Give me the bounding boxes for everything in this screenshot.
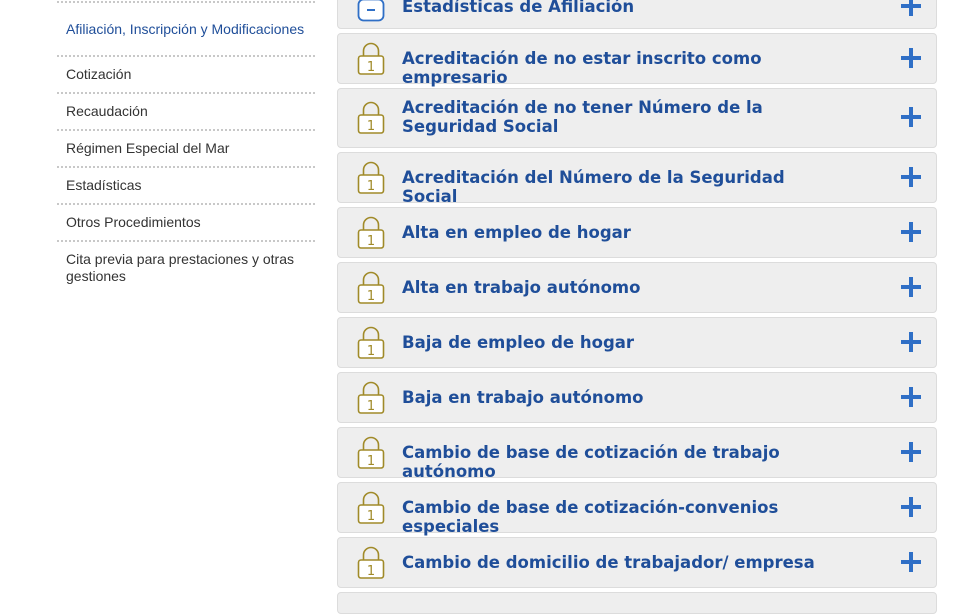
procedure-row-alta-empleo-hogar[interactable]: 1 Alta en empleo de hogar [337,207,937,258]
procedure-title: Estadísticas de Afiliación [402,0,635,16]
security-level-text: 1 [367,119,375,134]
security-level-text: 1 [367,234,375,249]
sidebar-item-cita-previa[interactable]: Cita previa para prestaciones y otras ge… [57,242,315,294]
sidebar-item-label: Afiliación, Inscripción y Modificaciones [66,20,305,37]
procedure-row-acreditacion-nss[interactable]: 1 Acreditación del Número de la Segurida… [337,152,937,206]
sidebar-menu: Afiliación, Inscripción y Modificaciones… [57,0,315,294]
sidebar-item-label: Cita previa para prestaciones y otras ge… [66,251,294,284]
sidebar-item-regimen-mar[interactable]: Régimen Especial del Mar [57,131,315,168]
procedure-row-cambio-domicilio[interactable]: 1 Cambio de domicilio de trabajador/ emp… [337,537,937,588]
security-level-text: 1 [367,454,375,469]
sidebar-item-cotizacion[interactable]: Cotización [57,57,315,94]
plus-icon[interactable] [900,276,922,298]
plus-icon[interactable] [900,221,922,243]
security-level-text: 1 [367,60,375,75]
security-level-text: 1 [367,399,375,414]
padlock-level-1-icon: 1 [357,326,385,359]
plus-icon[interactable] [900,47,922,69]
procedure-title: Cambio de base de cotización de trabajo … [402,443,780,481]
procedure-row-cambio-base-convenios[interactable]: 1 Cambio de base de cotización-convenios… [337,482,937,536]
procedure-title: Acreditación de no tener Número de la Se… [402,98,763,136]
padlock-level-1-icon: 1 [357,491,385,524]
procedure-title: Baja en trabajo autónomo [402,388,644,407]
security-level-text: 1 [367,179,375,194]
plus-icon[interactable] [900,166,922,188]
sidebar-item-label: Régimen Especial del Mar [66,140,230,156]
procedure-row-baja-trabajo-autonomo[interactable]: 1 Baja en trabajo autónomo [337,372,937,423]
plus-icon[interactable] [900,441,922,463]
sidebar-item-otros-procedimientos[interactable]: Otros Procedimientos [57,205,315,242]
procedure-row-alta-trabajo-autonomo[interactable]: 1 Alta en trabajo autónomo [337,262,937,313]
security-level-text: 1 [367,509,375,524]
padlock-level-1-icon: 1 [357,271,385,304]
procedure-row-acreditacion-no-empresario[interactable]: 1 Acreditación de no estar inscrito como… [337,33,937,87]
procedure-row-estadisticas-afiliacion[interactable]: Estadísticas de Afiliación [337,0,937,29]
procedure-row-baja-empleo-hogar[interactable]: 1 Baja de empleo de hogar [337,317,937,368]
security-level-text: 1 [367,344,375,359]
procedure-row-acreditacion-no-nss[interactable]: 1 Acreditación de no tener Número de la … [337,88,937,148]
padlock-level-1-icon: 1 [357,436,385,469]
padlock-level-1-icon: 1 [357,42,385,75]
sidebar-item-recaudacion[interactable]: Recaudación [57,94,315,131]
plus-icon[interactable] [900,386,922,408]
procedure-title: Acreditación de no estar inscrito como e… [402,49,762,87]
procedure-title: Acreditación del Número de la Seguridad … [402,168,785,206]
security-level-text: 1 [367,289,375,304]
procedure-title: Alta en empleo de hogar [402,223,631,242]
sidebar-item-label: Recaudación [66,103,148,119]
procedure-title: Baja de empleo de hogar [402,333,635,352]
padlock-level-1-icon: 1 [357,381,385,414]
plus-icon[interactable] [900,551,922,573]
security-level-text: 1 [367,564,375,579]
procedure-title: Cambio de base de cotización-convenios e… [402,498,779,536]
sidebar-item-label: Estadísticas [66,177,142,193]
sidebar-item-afiliacion[interactable]: Afiliación, Inscripción y Modificaciones [57,3,315,57]
sidebar-item-estadisticas[interactable]: Estadísticas [57,168,315,205]
plus-icon[interactable] [900,106,922,128]
plus-icon[interactable] [900,0,922,17]
minus-badge-icon [357,0,385,22]
plus-icon[interactable] [900,496,922,518]
procedure-title: Alta en trabajo autónomo [402,278,641,297]
padlock-level-1-icon: 1 [357,161,385,194]
padlock-level-1-icon: 1 [357,216,385,249]
procedure-title: Cambio de domicilio de trabajador/ empre… [402,553,815,572]
plus-icon[interactable] [900,331,922,353]
procedure-row-cambio-base-autonomo[interactable]: 1 Cambio de base de cotización de trabaj… [337,427,937,481]
procedure-row-next-partial[interactable] [337,592,937,614]
padlock-level-1-icon: 1 [357,546,385,579]
sidebar-item-label: Cotización [66,66,132,82]
padlock-level-1-icon: 1 [357,101,385,134]
sidebar-item-label: Otros Procedimientos [66,214,201,230]
